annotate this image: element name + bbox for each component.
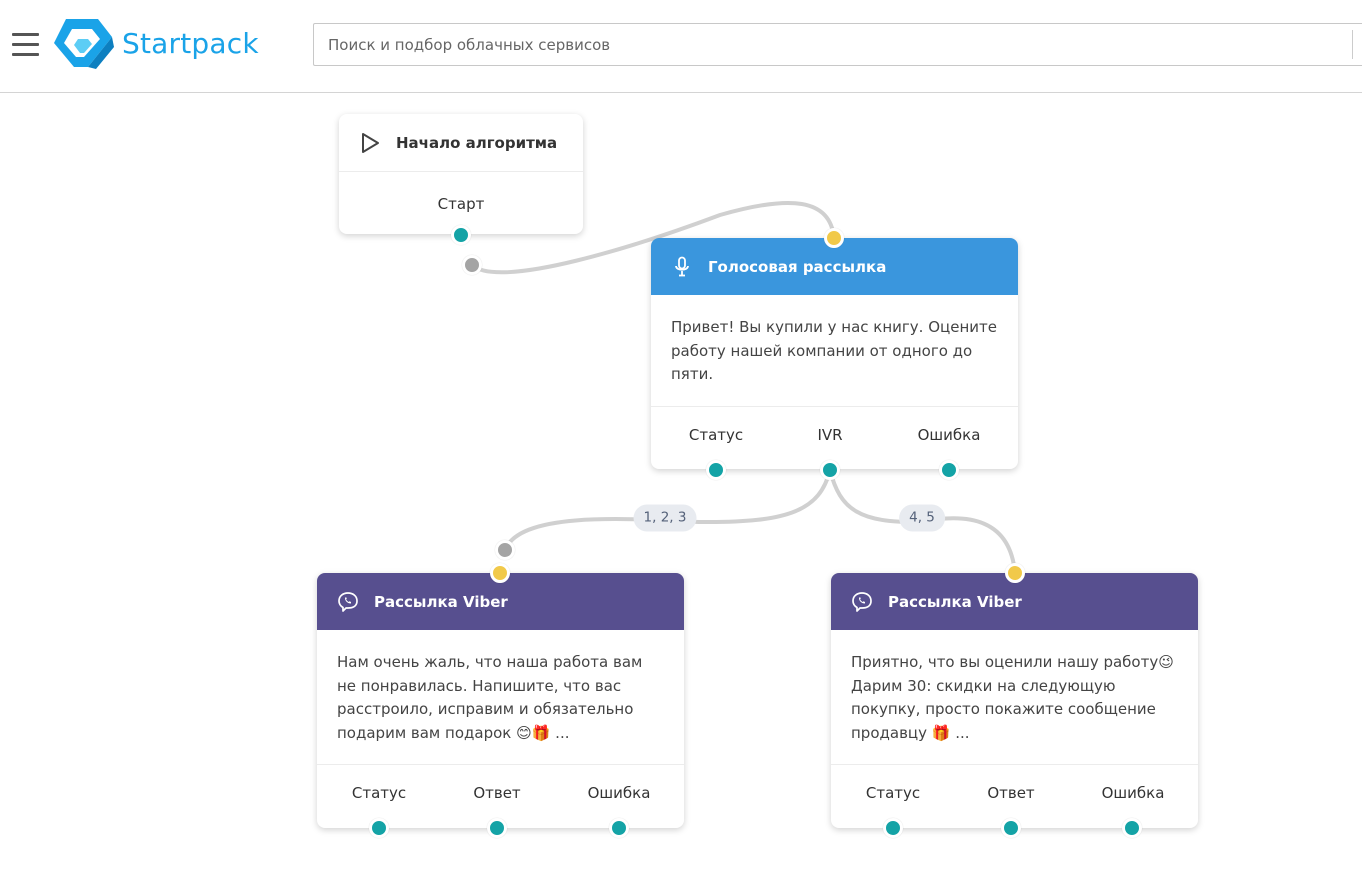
menu-icon[interactable] (12, 33, 39, 57)
condition-badge-left[interactable]: 1, 2, 3 (633, 504, 697, 532)
viber-left-input-port[interactable] (490, 563, 510, 583)
viber-right-status-port[interactable] (883, 818, 903, 838)
ivr-wire-handle[interactable] (495, 540, 515, 560)
start-output-label: Старт (437, 195, 485, 213)
voice-broadcast-node[interactable]: Голосовая рассылка Привет! Вы купили у н… (651, 238, 1018, 469)
voice-port-status[interactable]: Статус (689, 426, 743, 444)
top-bar: Startpack (0, 0, 1362, 93)
viber-node-right[interactable]: Рассылка Viber Приятно, что вы оценили н… (831, 573, 1198, 828)
viber-left-port-answer[interactable]: Ответ (473, 784, 520, 802)
voice-input-port[interactable] (824, 228, 844, 248)
start-node-title: Начало алгоритма (396, 133, 558, 152)
viber-right-input-port[interactable] (1005, 563, 1025, 583)
start-node-header: Начало алгоритма (339, 114, 583, 172)
viber-right-answer-port[interactable] (1001, 818, 1021, 838)
voice-node-ports: Статус IVR Ошибка (651, 407, 1018, 467)
viber-right-error-port[interactable] (1122, 818, 1142, 838)
play-icon (359, 132, 381, 154)
voice-status-port[interactable] (706, 460, 726, 480)
search-divider (1352, 30, 1353, 59)
voice-port-error[interactable]: Ошибка (918, 426, 981, 444)
viber-left-answer-port[interactable] (487, 818, 507, 838)
viber-left-ports: Статус Ответ Ошибка (317, 765, 684, 825)
condition-badge-right[interactable]: 4, 5 (899, 504, 945, 532)
viber-right-port-answer[interactable]: Ответ (987, 784, 1034, 802)
microphone-icon (671, 256, 693, 278)
viber-right-message: Приятно, что вы оценили нашу работу😉 Дар… (831, 630, 1198, 765)
viber-left-title: Рассылка Viber (374, 592, 508, 611)
viber-right-port-status[interactable]: Статус (866, 784, 920, 802)
start-node[interactable]: Начало алгоритма Старт (339, 114, 583, 234)
startpack-logo-icon (54, 19, 114, 69)
viber-right-port-error[interactable]: Ошибка (1102, 784, 1165, 802)
voice-port-ivr[interactable]: IVR (817, 426, 842, 444)
viber-left-port-status[interactable]: Статус (352, 784, 406, 802)
viber-right-title: Рассылка Viber (888, 592, 1022, 611)
logo-text: Startpack (122, 26, 259, 60)
viber-left-message: Нам очень жаль, что наша работа вам не п… (317, 630, 684, 765)
voice-ivr-port[interactable] (820, 460, 840, 480)
start-wire-handle[interactable] (462, 255, 482, 275)
voice-node-message: Привет! Вы купили у нас книгу. Оцените р… (651, 295, 1018, 407)
voice-node-title: Голосовая рассылка (708, 257, 887, 276)
viber-left-error-port[interactable] (609, 818, 629, 838)
viber-icon (851, 591, 873, 613)
viber-icon (337, 591, 359, 613)
start-output-port[interactable] (451, 225, 471, 245)
voice-error-port[interactable] (939, 460, 959, 480)
viber-left-port-error[interactable]: Ошибка (588, 784, 651, 802)
viber-node-left[interactable]: Рассылка Viber Нам очень жаль, что наша … (317, 573, 684, 828)
logo[interactable]: Startpack (52, 17, 259, 69)
search-input[interactable] (313, 23, 1362, 66)
viber-right-ports: Статус Ответ Ошибка (831, 765, 1198, 825)
viber-left-status-port[interactable] (369, 818, 389, 838)
